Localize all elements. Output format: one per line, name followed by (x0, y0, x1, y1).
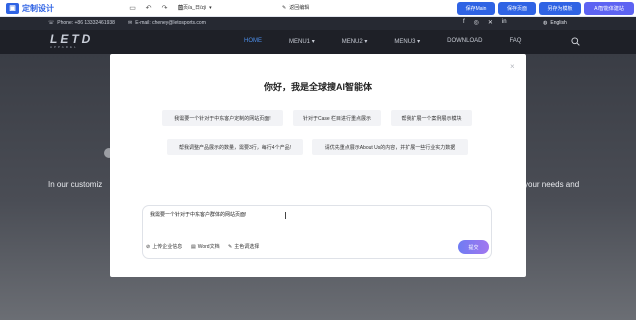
suggestion-chip[interactable]: 帮我扩展一个案例展示模块 (391, 110, 472, 126)
pen-icon: ✎ (228, 243, 233, 250)
globe-icon: ◍ (543, 20, 548, 26)
editor-toolbar: ▣ 定制设计 ▭ ↶ ↷ ⊡ 首页/a_日/zji ▾ ✎ 返回编辑 保存Mai… (0, 0, 636, 17)
ai-assistant-label: AI智能体建站 (594, 6, 624, 12)
suggestion-chip[interactable]: 请优先重点展示About Us的内容，并扩展一些行业实力数据 (312, 139, 468, 155)
prompt-input-value: 我需要一个针对于中东客户群体的网站页面! (150, 212, 247, 218)
chevron-down-icon: ▾ (311, 39, 315, 45)
save-main-button[interactable]: 保存Main (457, 2, 495, 15)
nav-item-menu3[interactable]: MENU3 ▾ (394, 38, 420, 45)
nav-item-label: MENU2 (341, 39, 363, 45)
email-text: E-mail: cheney@letosports.com (135, 20, 206, 26)
suggestion-chip[interactable]: 针对于Case 栏目进行重点展示 (293, 110, 381, 126)
upload-label: 上传企业信息 (152, 244, 183, 250)
logo-text: LETD (50, 32, 94, 46)
email-contact: ✉ E-mail: cheney@letosports.com (128, 20, 206, 26)
twitter-icon[interactable]: ✕ (488, 19, 493, 26)
editor-brand[interactable]: ▣ 定制设计 (6, 2, 54, 14)
brand-logo-icon: ▣ (6, 2, 19, 14)
hero-text-right: your needs and (524, 180, 580, 189)
nav-item-menu1[interactable]: MENU1 ▾ (289, 38, 315, 45)
save-page-label: 保存页面 (506, 6, 527, 12)
suggestion-chip[interactable]: 帮我调整产品展示的数量，需要3行，每行4个产品! (167, 139, 303, 155)
document-icon: ▤ (191, 243, 196, 250)
submit-button[interactable]: 提交 (458, 240, 489, 254)
site-nav: LETD APPAREL HOME MENU1 ▾ MENU2 ▾ MENU3 … (0, 30, 636, 54)
text-cursor (285, 212, 286, 219)
word-label: Word文档 (197, 244, 220, 250)
redo-icon[interactable]: ↷ (160, 3, 169, 13)
search-icon[interactable] (571, 37, 580, 46)
language-switcher[interactable]: ◍ English (543, 20, 567, 26)
save-page-button[interactable]: 保存页面 (498, 2, 536, 15)
nav-item-home[interactable]: HOME (244, 38, 262, 45)
facebook-icon[interactable]: f (463, 19, 465, 26)
upload-company-info-button[interactable]: ⊘ 上传企业信息 (146, 243, 183, 251)
page-selector-label: 首页/a_日/zji (178, 5, 207, 11)
desktop-view-icon[interactable]: ▭ (128, 3, 137, 13)
return-edit-button[interactable]: ✎ 返回编辑 (282, 4, 310, 12)
undo-icon[interactable]: ↶ (144, 3, 153, 13)
attachment-icon: ⊘ (146, 243, 151, 250)
site-logo[interactable]: LETD APPAREL (50, 32, 93, 49)
chevron-down-icon: ▾ (209, 4, 212, 11)
nav-item-download[interactable]: DOWNLOAD (447, 38, 482, 45)
nav-item-faq[interactable]: FAQ (509, 38, 521, 45)
hero-text-left: In our customiz (48, 180, 103, 189)
edit-icon: ✎ (282, 4, 287, 11)
nav-menu: HOME MENU1 ▾ MENU2 ▾ MENU3 ▾ DOWNLOAD FA… (244, 38, 548, 45)
phone-icon: ☏ (48, 20, 55, 26)
suggestion-chip[interactable]: 我需要一个针对于中东客户定制的网站页面! (162, 110, 283, 126)
editor-tools: ▭ ↶ ↷ ⊡ (128, 3, 185, 13)
brand-name: 定制设计 (22, 3, 54, 13)
linkedin-icon[interactable]: in (502, 19, 507, 26)
save-template-button[interactable]: 另存为模板 (539, 2, 581, 15)
return-edit-label: 返回编辑 (289, 5, 310, 11)
nav-item-label: MENU3 (394, 39, 416, 45)
language-label: English (550, 20, 567, 26)
save-main-label: 保存Main (465, 6, 487, 12)
modal-title: 你好，我是全球搜AI智能体 (263, 82, 372, 92)
instagram-icon[interactable]: ◎ (474, 19, 479, 26)
chevron-down-icon: ▾ (364, 39, 368, 45)
theme-color-button[interactable]: ✎ 主色调选择 (228, 243, 260, 251)
phone-text: Phone: +86 13332461938 (57, 20, 115, 26)
social-links: f ◎ ✕ in (463, 19, 507, 26)
phone-contact: ☏ Phone: +86 13332461938 (48, 20, 115, 26)
pick-label: 主色调选择 (234, 244, 260, 250)
close-icon[interactable]: × (510, 62, 515, 71)
mail-icon: ✉ (128, 20, 133, 26)
nav-item-label: MENU1 (289, 39, 311, 45)
chevron-down-icon: ▾ (417, 39, 421, 45)
save-template-label: 另存为模板 (547, 6, 573, 12)
ai-assistant-button[interactable]: AI智能体建站 (584, 2, 634, 15)
word-document-button[interactable]: ▤ Word文档 (191, 243, 220, 251)
page-selector[interactable]: 首页/a_日/zji ▾ (178, 4, 212, 12)
nav-item-menu2[interactable]: MENU2 ▾ (342, 38, 368, 45)
site-top-bar: ☏ Phone: +86 13332461938 ✉ E-mail: chene… (0, 17, 636, 30)
